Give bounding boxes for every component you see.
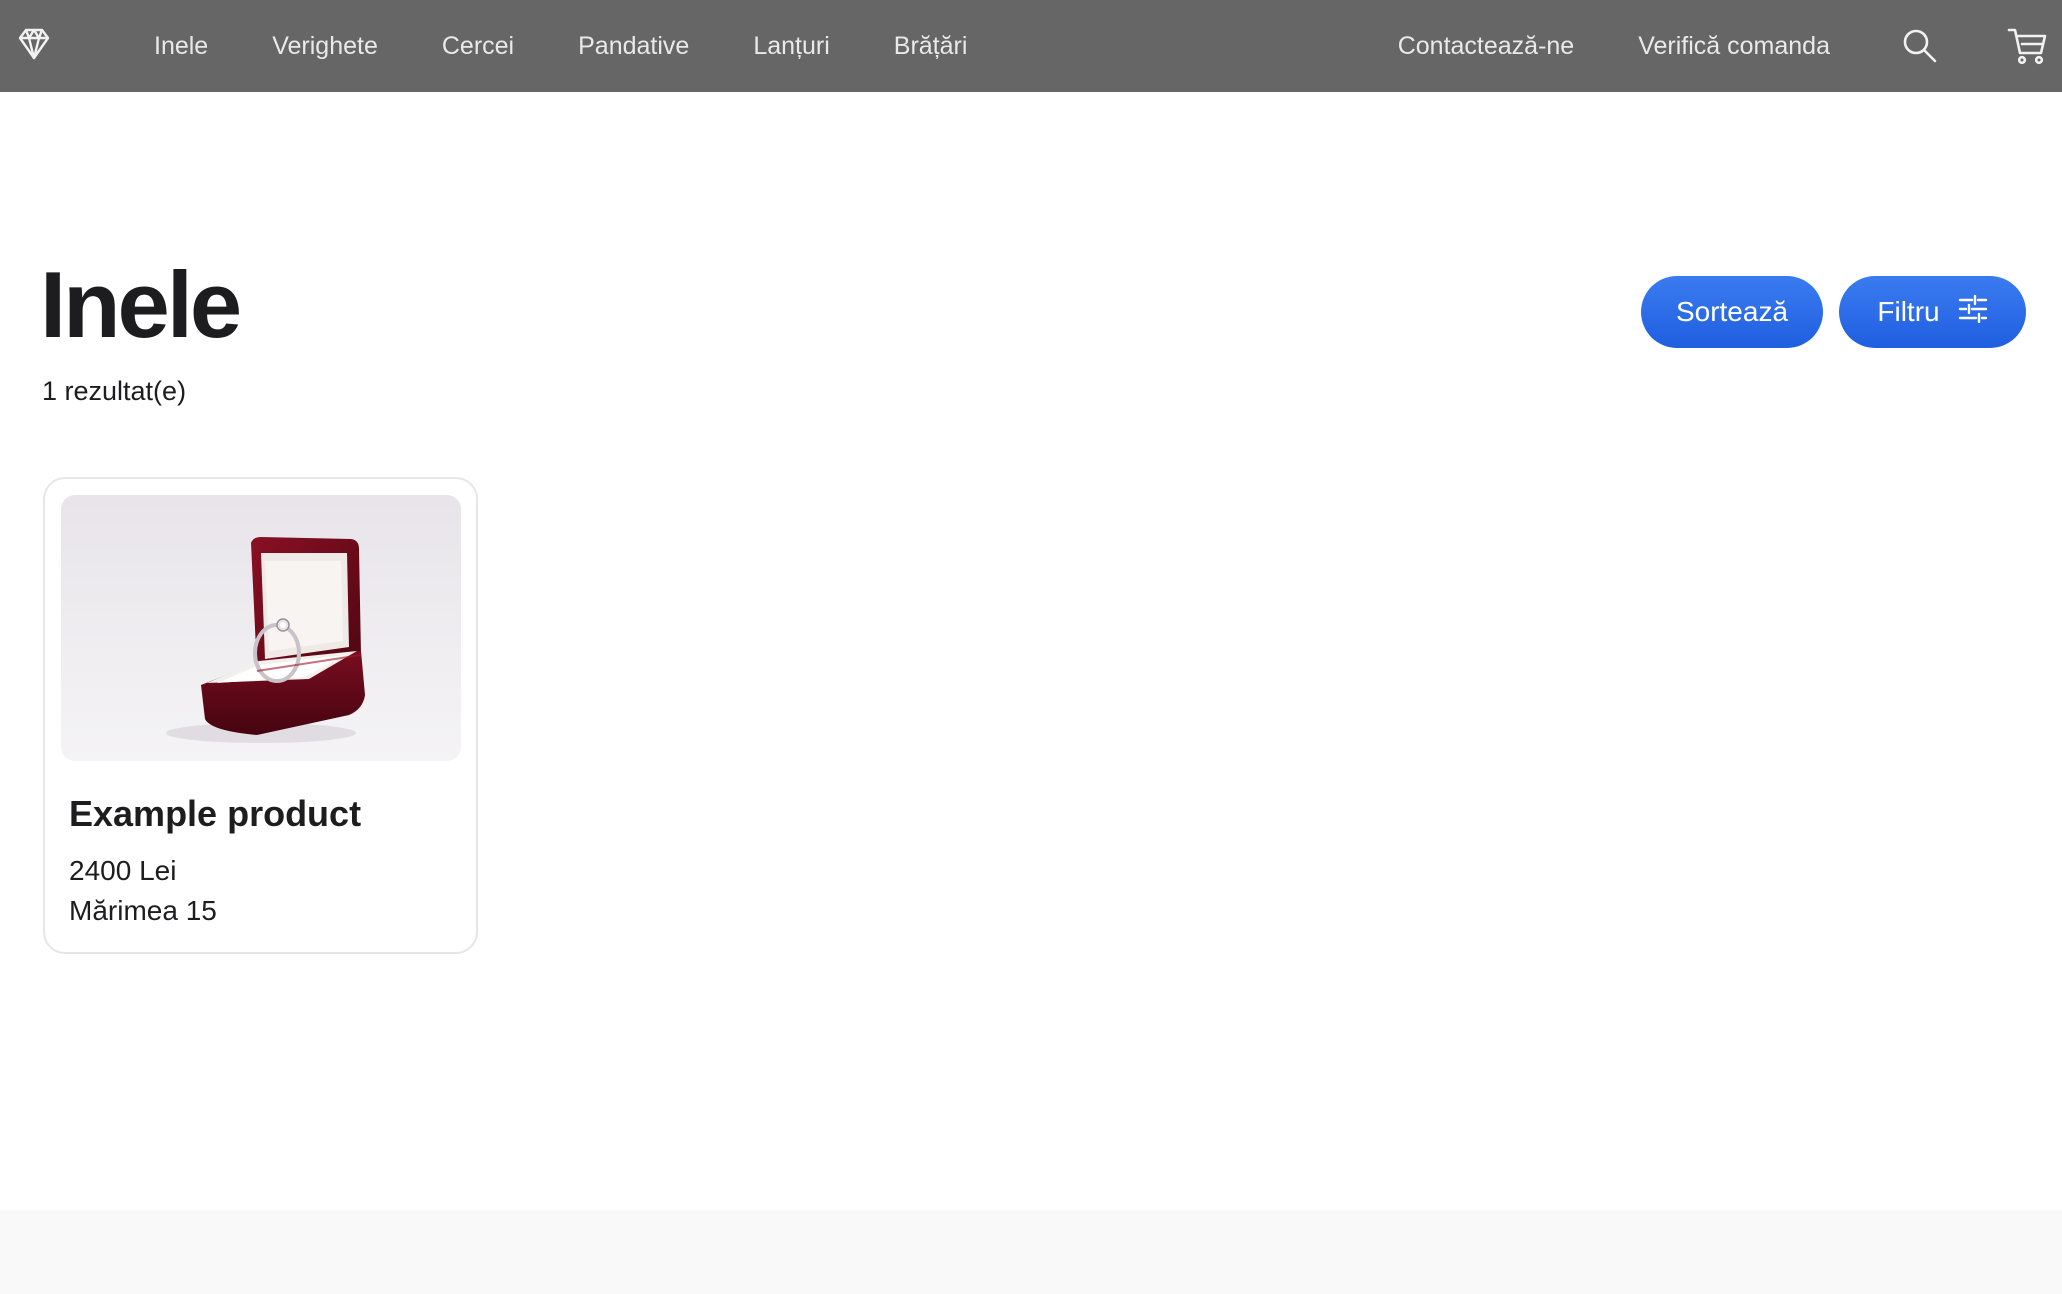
top-navigation: Inele Verighete Cercei Pandative Lanțuri… (0, 0, 2062, 92)
nav-item-inele[interactable]: Inele (154, 32, 208, 61)
nav-item-cercei[interactable]: Cercei (442, 32, 514, 61)
nav-check-order-link[interactable]: Verifică comanda (1638, 32, 1830, 61)
nav-contact-link[interactable]: Contactează-ne (1398, 32, 1575, 61)
category-menu: Inele Verighete Cercei Pandative Lanțuri… (154, 0, 1031, 92)
result-count: 1 rezultat(e) (42, 376, 187, 406)
cart-icon[interactable] (2006, 24, 2050, 68)
filter-button-label: Filtru (1877, 296, 1940, 327)
filter-button[interactable]: Filtru (1839, 276, 2026, 348)
utility-menu: Contactează-ne Verifică comanda (1398, 0, 2062, 92)
ring-box-image[interactable] (61, 495, 461, 761)
sort-button[interactable]: Sortează (1641, 276, 1823, 348)
product-card[interactable]: Example product 2400 Lei Mărimea 15 (43, 477, 478, 954)
sort-button-label: Sortează (1675, 296, 1789, 327)
search-icon[interactable] (1898, 24, 1942, 68)
footer (0, 1210, 2062, 1294)
nav-item-pandative[interactable]: Pandative (578, 32, 689, 61)
nav-item-bratari[interactable]: Brățări (894, 32, 968, 61)
nav-item-verighete[interactable]: Verighete (272, 32, 378, 61)
nav-item-lanturi[interactable]: Lanțuri (753, 32, 829, 61)
product-price: 2400 Lei (69, 855, 177, 886)
diamond-icon[interactable] (14, 24, 54, 64)
product-name[interactable]: Example product (69, 793, 361, 835)
sliders-icon (1958, 294, 1988, 330)
product-size: Mărimea 15 (69, 895, 217, 926)
page-title: Inele (40, 252, 242, 357)
